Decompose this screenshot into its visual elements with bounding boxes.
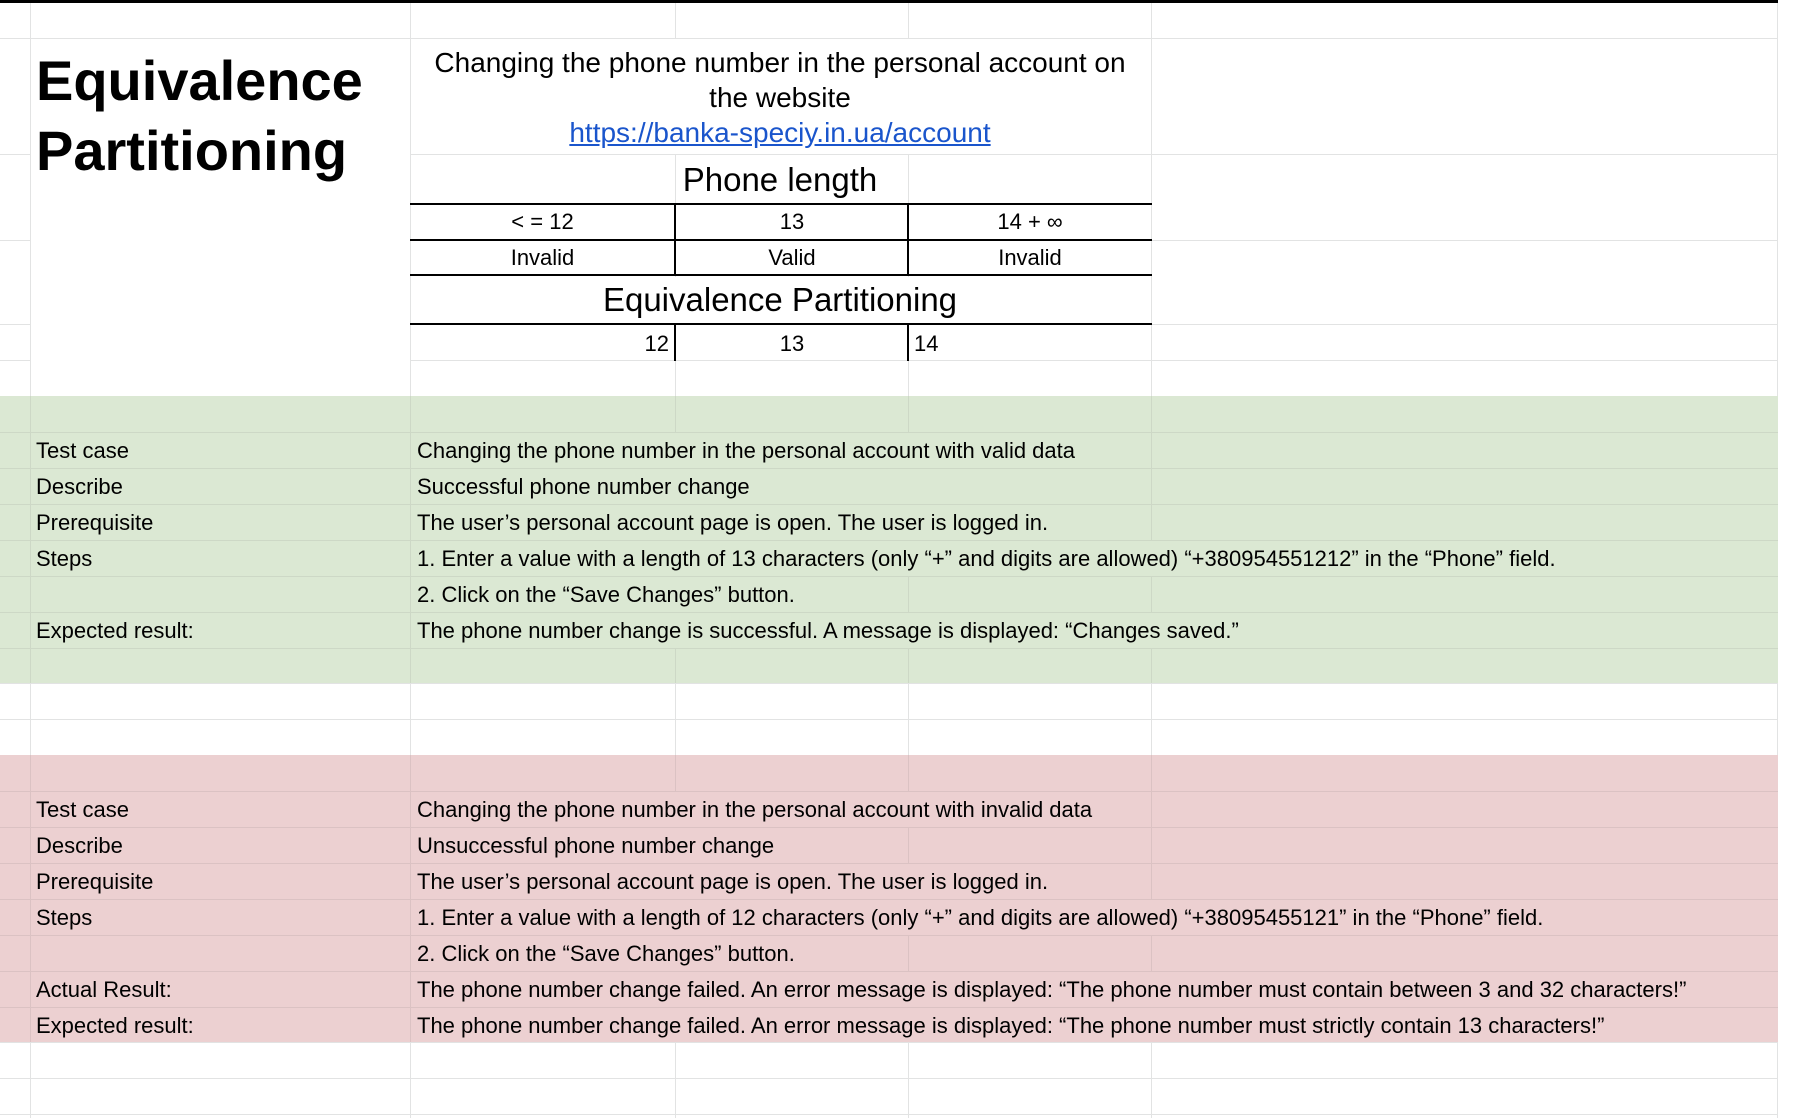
valid-row-value: 2. Click on the “Save Changes” button. (417, 582, 795, 607)
valid-row-value: The phone number change is successful. A… (417, 618, 1239, 643)
valid-row-label: Expected result: (36, 618, 194, 643)
invalid-row-label: Actual Result: (36, 977, 172, 1002)
phone-length-title: Phone length (682, 161, 878, 198)
page-title: Equivalence Partitioning (36, 46, 363, 186)
invalid-row-value: 1. Enter a value with a length of 12 cha… (417, 905, 1544, 930)
invalid-row-label: Test case (36, 797, 129, 822)
valid-row-value: Changing the phone number in the persona… (417, 438, 1076, 463)
header-line-1: Changing the phone number in the persona… (434, 47, 1126, 78)
invalid-row-value: 2. Click on the “Save Changes” button. (417, 941, 795, 966)
website-link-cell: https://banka-speciy.in.ua/account (410, 115, 1150, 150)
valid-row-label: Steps (36, 546, 93, 571)
spreadsheet: Equivalence Partitioning Changing the pho… (0, 0, 1812, 1118)
invalid-row-label: Steps (36, 905, 93, 930)
valid-row-label: Prerequisite (36, 510, 154, 535)
validity-cell-valid: Valid (768, 245, 816, 270)
invalid-row-label: Describe (36, 833, 123, 858)
equivalence-title: Equivalence Partitioning (602, 281, 958, 318)
range-cell-low: < = 12 (511, 209, 574, 234)
boundary-value-12: 12 (644, 331, 669, 356)
boundary-value-14: 14 (914, 331, 939, 356)
invalid-row-label: Prerequisite (36, 869, 154, 894)
invalid-row-value: Changing the phone number in the persona… (417, 797, 1093, 822)
range-cell-valid: 13 (779, 209, 805, 234)
range-cell-high: 14 + ∞ (997, 209, 1063, 234)
invalid-row-value: Unsuccessful phone number change (417, 833, 775, 858)
validity-cell-high: Invalid (998, 245, 1062, 270)
valid-row-label: Test case (36, 438, 129, 463)
valid-row-value: 1. Enter a value with a length of 13 cha… (417, 546, 1556, 571)
valid-row-value: The user’s personal account page is open… (417, 510, 1049, 535)
valid-row-label: Describe (36, 474, 123, 499)
header-line-2: the website (709, 82, 851, 113)
invalid-row-label: Expected result: (36, 1013, 194, 1038)
invalid-row-value: The phone number change failed. An error… (417, 1013, 1605, 1038)
website-link[interactable]: https://banka-speciy.in.ua/account (569, 117, 990, 148)
valid-row-value: Successful phone number change (417, 474, 750, 499)
boundary-value-13: 13 (779, 331, 805, 356)
validity-cell-low: Invalid (510, 245, 575, 270)
invalid-row-value: The phone number change failed. An error… (417, 977, 1687, 1002)
page-title-text: Equivalence Partitioning (36, 49, 363, 182)
invalid-row-value: The user’s personal account page is open… (417, 869, 1049, 894)
